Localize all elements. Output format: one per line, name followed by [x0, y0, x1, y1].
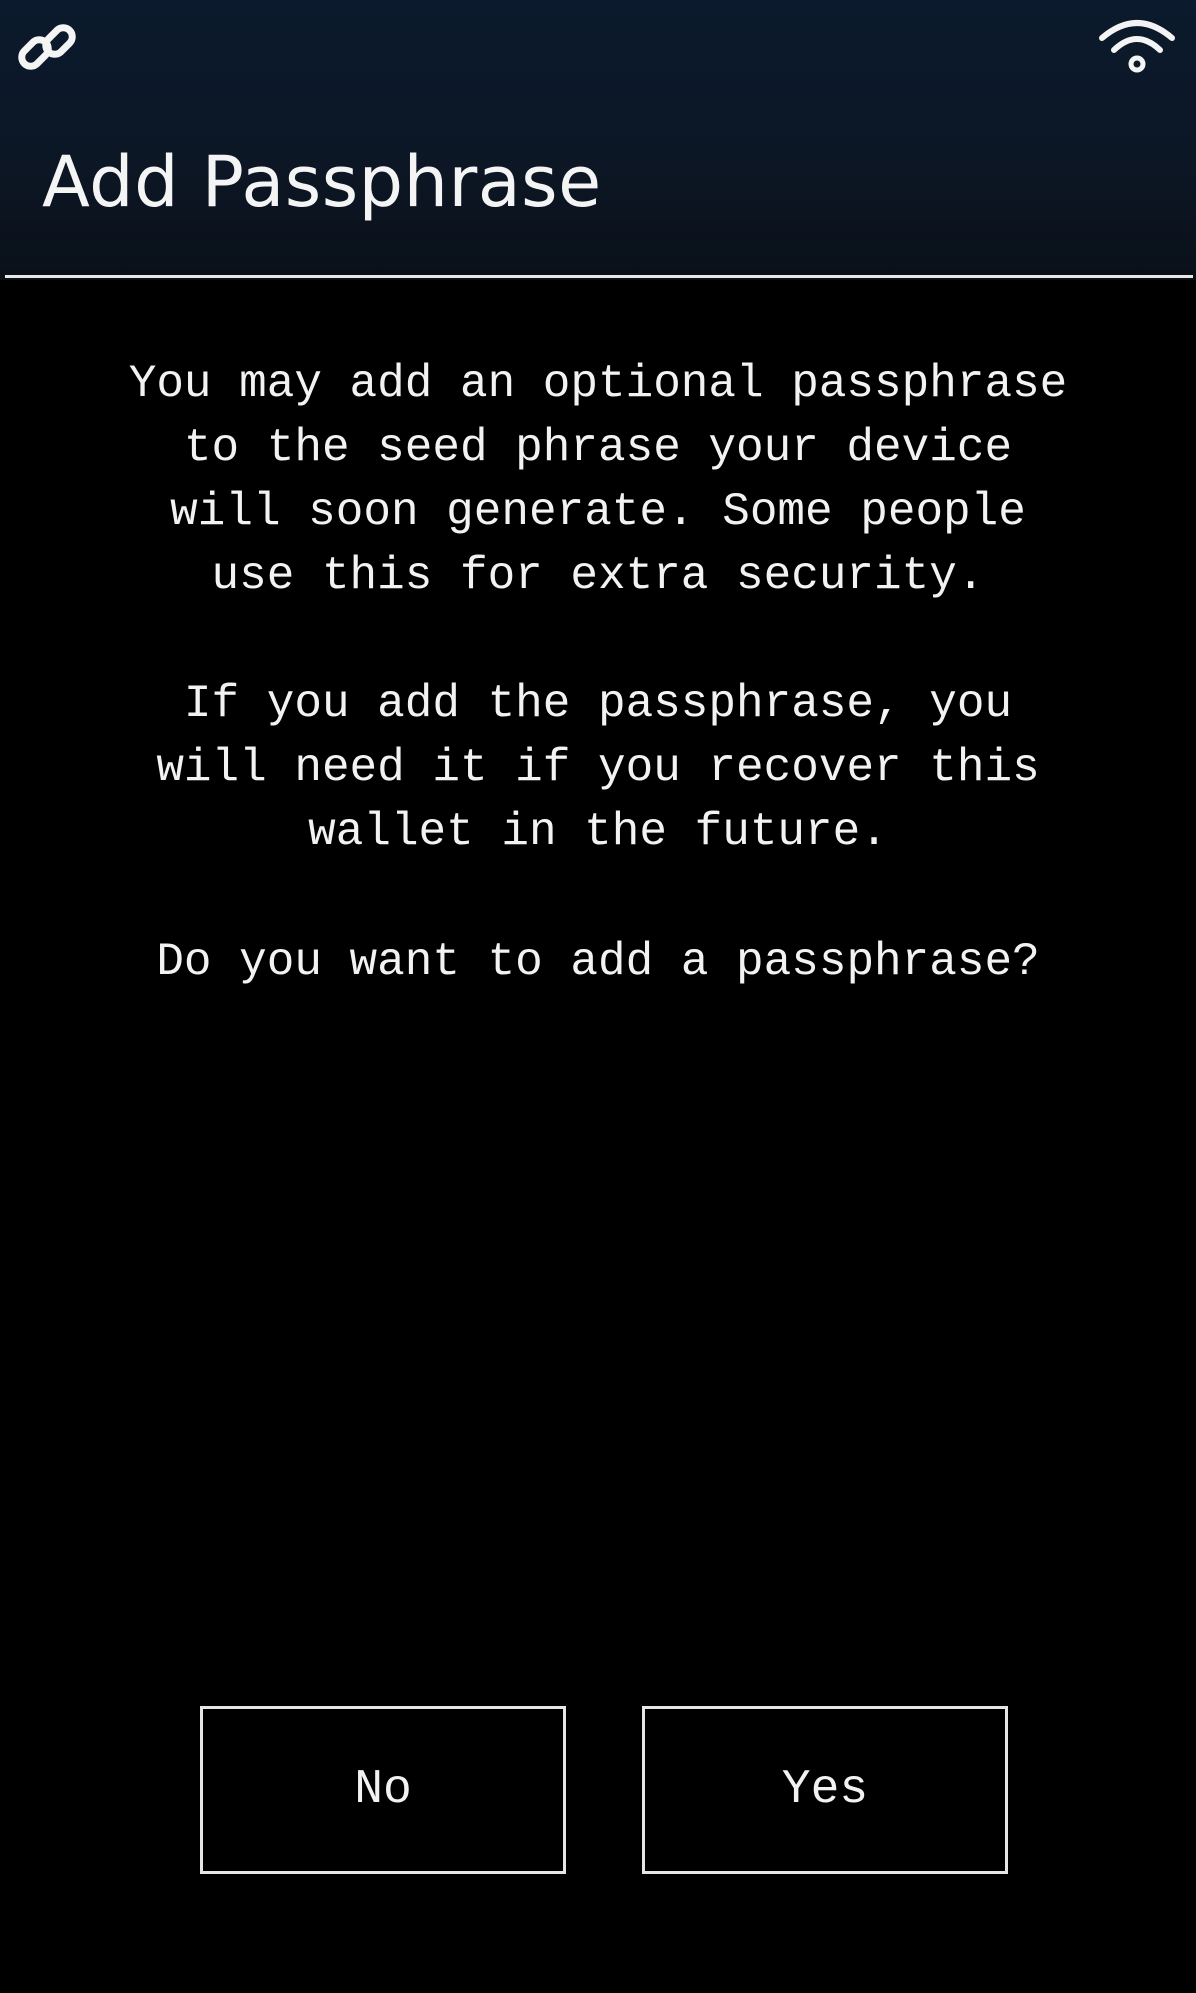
- yes-button[interactable]: Yes: [642, 1706, 1008, 1874]
- passphrase-screen: Add Passphrase You may add an optional p…: [0, 0, 1196, 1993]
- explanation-paragraph: You may add an optional passphrase to th…: [128, 358, 1068, 602]
- link-icon: [14, 14, 84, 84]
- warning-paragraph: If you add the passphrase, you will need…: [156, 678, 1040, 858]
- page-title: Add Passphrase: [42, 141, 602, 223]
- status-bar: Add Passphrase: [0, 0, 1196, 280]
- wifi-icon: [1096, 14, 1178, 78]
- title-divider: [5, 275, 1193, 278]
- question-text: Do you want to add a passphrase?: [156, 936, 1040, 988]
- no-button[interactable]: No: [200, 1706, 566, 1874]
